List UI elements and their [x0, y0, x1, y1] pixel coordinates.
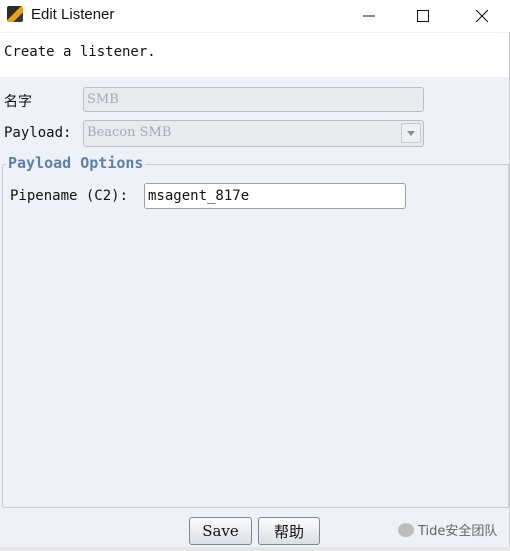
minimize-button[interactable]: [346, 0, 392, 32]
payload-select[interactable]: Beacon SMB: [83, 120, 424, 147]
watermark: Tide安全团队: [398, 520, 497, 539]
header-message: Create a listener.: [4, 44, 156, 60]
app-icon: [7, 6, 23, 22]
save-button[interactable]: Save: [189, 517, 252, 545]
help-button[interactable]: 帮助: [258, 517, 320, 545]
payload-value: Beacon SMB: [87, 125, 172, 140]
name-value: SMB: [87, 92, 119, 107]
pipename-label: Pipename (C2):: [10, 188, 129, 204]
edit-listener-window: Edit Listener Create a listener. 名字 SMB …: [0, 0, 510, 551]
maximize-icon: [417, 10, 429, 22]
payload-options-title: Payload Options: [6, 154, 146, 172]
close-button[interactable]: [459, 0, 505, 32]
name-label: 名字: [4, 94, 32, 110]
pipename-input[interactable]: [144, 183, 406, 209]
chevron-down-icon: [407, 130, 415, 136]
payload-options-group: [2, 164, 509, 508]
dropdown-button[interactable]: [401, 123, 421, 143]
name-field[interactable]: SMB: [83, 87, 424, 112]
payload-label: Payload:: [4, 125, 72, 141]
wechat-icon: [398, 522, 414, 537]
watermark-text: Tide安全团队: [418, 524, 498, 539]
bottom-strip: [0, 547, 510, 551]
title-bar: Edit Listener: [0, 0, 510, 32]
minimize-icon: [363, 15, 375, 17]
dialog-header: Create a listener.: [0, 33, 509, 77]
window-title: Edit Listener: [31, 6, 115, 23]
maximize-button[interactable]: [400, 0, 446, 32]
close-icon: [476, 10, 488, 22]
